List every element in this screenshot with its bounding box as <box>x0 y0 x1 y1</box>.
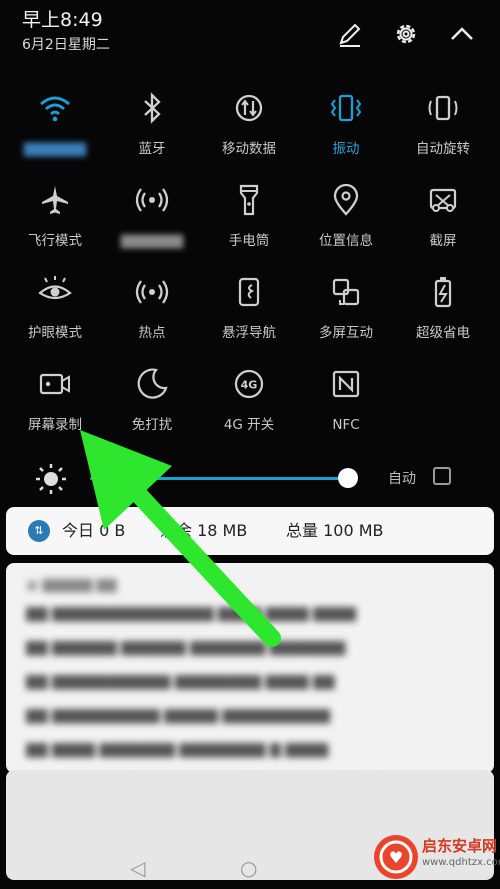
brightness-slider[interactable] <box>90 477 348 480</box>
data-usage-icon: ⇅ <box>28 520 50 542</box>
tile-mobile-data[interactable]: 移动数据 <box>204 88 294 158</box>
hotspot-icon <box>132 180 172 220</box>
tile-airplane[interactable]: 飞行模式 <box>10 180 100 250</box>
chevron-up-icon[interactable] <box>446 18 478 50</box>
tile-label: NFC <box>332 417 360 433</box>
auto-brightness-checkbox[interactable] <box>433 467 451 485</box>
tile-label: 自动旋转 <box>416 141 470 157</box>
hotspot-icon <box>132 272 172 312</box>
location-icon <box>326 180 366 220</box>
flashlight-icon <box>229 180 269 220</box>
tile-label: 4G 开关 <box>223 417 275 433</box>
tile-label: 振动 <box>332 141 360 157</box>
today-usage: 今日 0 B <box>62 521 126 540</box>
eye-icon <box>35 272 75 312</box>
battery-icon <box>423 272 463 312</box>
tile-label: 超级省电 <box>416 325 470 341</box>
tile-label: 屏幕录制 <box>28 417 82 433</box>
tile-float-nav[interactable]: 悬浮导航 <box>204 272 294 342</box>
brightness-row: 自动 <box>32 458 472 498</box>
moon-icon <box>132 364 172 404</box>
tile-label: 移动数据 <box>222 141 276 157</box>
tile-eye[interactable]: 护眼模式 <box>10 272 100 342</box>
tile-rotate[interactable]: 自动旋转 <box>398 88 488 158</box>
pencil-icon[interactable] <box>334 18 366 50</box>
status-header: 早上8:49 6月2日星期二 <box>22 8 110 55</box>
watermark: ♥ 启东安卓网 www.qdhtzx.com <box>374 829 500 885</box>
notification-content-blurred: ▣ ▇▇▇▇▇ ▇▇ ▇▇ ▇▇▇▇▇▇▇▇▇▇▇▇▇▇▇ ▇▇▇▇ ▇▇▇▇ … <box>26 578 357 758</box>
tile-bluetooth[interactable]: 蓝牙 <box>107 88 197 158</box>
tile-location[interactable]: 位置信息 <box>301 180 391 250</box>
tile-label: 免打扰 <box>131 417 173 433</box>
tile-label: ▇▇▇▇▇▇ <box>116 233 188 249</box>
multiscreen-icon <box>326 272 366 312</box>
svg-text:4G: 4G <box>241 379 258 392</box>
tile-label: 悬浮导航 <box>222 325 276 341</box>
total-usage: 总量 100 MB <box>286 521 384 540</box>
tile-label: ▇▇▇▇▇▇ <box>19 141 91 157</box>
screen-record-icon <box>35 364 75 404</box>
top-actions <box>334 18 478 50</box>
rotate-icon <box>423 88 463 128</box>
tile-moon[interactable]: 免打扰 <box>107 364 197 434</box>
watermark-logo: ♥ <box>374 835 418 879</box>
gear-icon[interactable] <box>390 18 422 50</box>
mobile-data-icon <box>229 88 269 128</box>
clock: 早上8:49 <box>22 9 103 31</box>
tile-vibrate[interactable]: 振动 <box>301 88 391 158</box>
tile-label: 飞行模式 <box>28 233 82 249</box>
notification-content-blurred-second: ▇▇▇▇▇▇▇▇ ▇▇▇▇▇▇▇▇▇▇ ▇▇▇▇▇▇▇ ▇▇▇ ▇▇ ▇▇▇▇▇… <box>26 776 386 814</box>
back-icon[interactable]: ◁ <box>130 856 145 880</box>
tile-screen-record[interactable]: 屏幕录制 <box>10 364 100 434</box>
vibrate-icon <box>326 88 366 128</box>
tile-label: 手电筒 <box>228 233 270 249</box>
nfc-icon <box>326 364 366 404</box>
svg-text:♥: ♥ <box>389 848 403 867</box>
brightness-slider-knob[interactable] <box>338 468 358 488</box>
tile-label: 位置信息 <box>319 233 373 249</box>
notification-card[interactable]: ▣ ▇▇▇▇▇ ▇▇ ▇▇ ▇▇▇▇▇▇▇▇▇▇▇▇▇▇▇ ▇▇▇▇ ▇▇▇▇ … <box>6 563 494 773</box>
tile-label: 多屏互动 <box>319 325 373 341</box>
bluetooth-icon <box>132 88 172 128</box>
remaining-usage: 剩余 18 MB <box>160 521 248 540</box>
home-icon[interactable]: ○ <box>240 856 257 880</box>
airplane-icon <box>35 180 75 220</box>
float-nav-icon <box>229 272 269 312</box>
brightness-icon <box>36 464 66 494</box>
tile-multiscreen[interactable]: 多屏互动 <box>301 272 391 342</box>
date: 6月2日星期二 <box>22 37 110 53</box>
watermark-title: 启东安卓网 <box>422 837 498 855</box>
tile-nfc[interactable]: NFC <box>301 364 391 434</box>
tile-4g[interactable]: 4G 4G 开关 <box>204 364 294 434</box>
tile-label: 护眼模式 <box>28 325 82 341</box>
tile-label: 热点 <box>138 325 166 341</box>
tile-screenshot[interactable]: 截屏 <box>398 180 488 250</box>
data-usage-card[interactable]: ⇅ 今日 0 B 剩余 18 MB 总量 100 MB <box>6 507 494 555</box>
tile-hotspot[interactable]: 热点 <box>107 272 197 342</box>
tile-hotspot[interactable]: ▇▇▇▇▇▇ <box>107 180 197 250</box>
tile-battery[interactable]: 超级省电 <box>398 272 488 342</box>
tile-flashlight[interactable]: 手电筒 <box>204 180 294 250</box>
4g-icon: 4G <box>229 364 269 404</box>
watermark-url: www.qdhtzx.com <box>422 857 500 868</box>
screenshot-icon <box>423 180 463 220</box>
tile-label: 截屏 <box>429 233 457 249</box>
tile-label: 蓝牙 <box>138 141 166 157</box>
auto-brightness-label: 自动 <box>388 471 416 487</box>
wifi-icon <box>35 88 75 128</box>
tile-wifi[interactable]: ▇▇▇▇▇▇ <box>10 88 100 158</box>
